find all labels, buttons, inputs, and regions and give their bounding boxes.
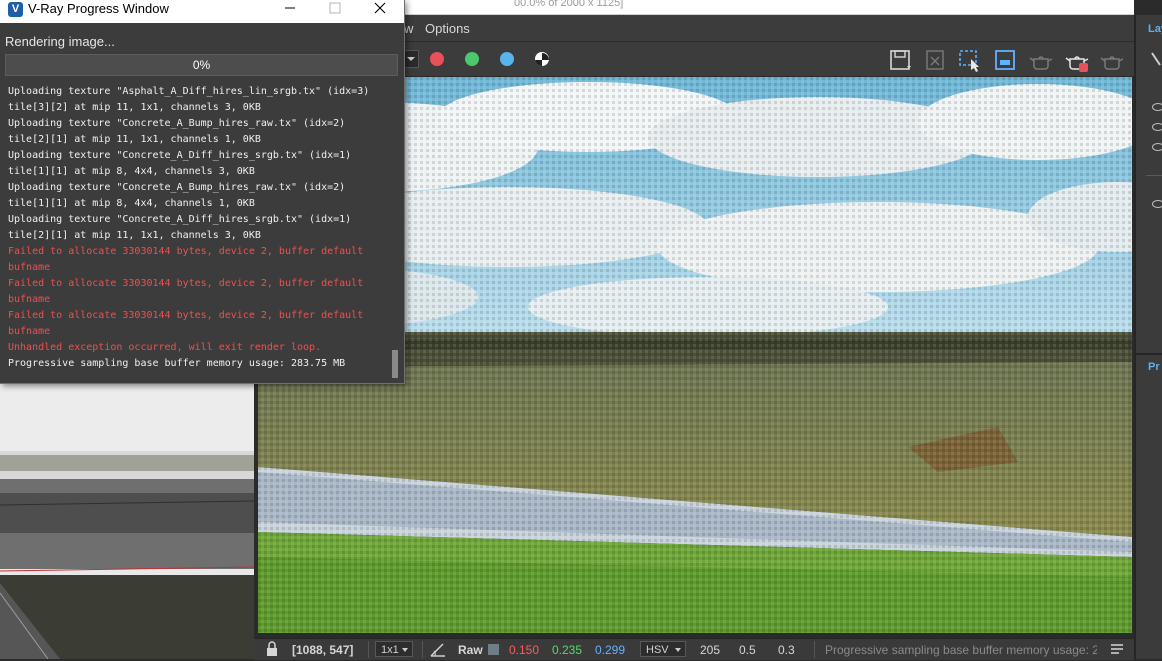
maximize-button[interactable]	[313, 0, 357, 16]
layers-side-panel: Lay Pr	[1134, 15, 1162, 659]
log-error-line: Failed to allocate 33030144 bytes, devic…	[8, 246, 364, 257]
properties-label: Pr	[1148, 361, 1160, 373]
green-channel-icon[interactable]	[465, 52, 479, 66]
log-scrollbar[interactable]	[391, 80, 399, 380]
status-message: Progressive sampling base buffer memory …	[825, 643, 1097, 657]
separator	[422, 641, 423, 658]
viewport-scene	[0, 383, 254, 659]
log-line: tile[1][1] at mip 8, 4x4, channels 1, 0K…	[8, 198, 255, 209]
render-log[interactable]: Uploading texture "Asphalt_A_Diff_hires_…	[5, 80, 390, 380]
log-error-line: Failed to allocate 33030144 bytes, devic…	[8, 278, 364, 289]
separator	[814, 641, 815, 658]
color-picker-icon[interactable]	[429, 640, 447, 661]
layer-add-icon[interactable]	[1148, 51, 1162, 67]
menu-view[interactable]: w	[404, 21, 413, 36]
log-line: Progressive sampling base buffer memory …	[8, 358, 346, 369]
log-error-line: Failed to allocate 33030144 bytes, devic…	[8, 310, 364, 321]
progress-window-titlebar[interactable]: V V-Ray Progress Window	[0, 0, 404, 23]
vfb-title-fragment: 00.0% of 2000 x 1125]	[514, 0, 624, 9]
blue-value: 0.299	[595, 643, 626, 657]
channel-dropdown[interactable]	[404, 50, 419, 68]
visibility-eye-icon[interactable]	[1152, 200, 1162, 208]
vray-progress-window: V V-Ray Progress Window Rendering image.…	[0, 0, 405, 384]
separator	[368, 641, 369, 658]
minimize-icon	[285, 7, 295, 9]
log-line: Uploading texture "Concrete_A_Diff_hires…	[8, 150, 352, 161]
panel-split	[1136, 353, 1162, 355]
vfb-menubar: w Options	[404, 15, 1134, 41]
log-line: tile[2][1] at mip 11, 1x1, channels 3, 0…	[8, 230, 261, 241]
lock-icon[interactable]	[264, 641, 280, 660]
log-scrollbar-thumb[interactable]	[392, 350, 398, 378]
vfb-toolbar	[404, 42, 1134, 77]
vray-app-icon: V	[8, 2, 23, 17]
log-line: Uploading texture "Asphalt_A_Diff_hires_…	[8, 86, 370, 97]
log-line: tile[1][1] at mip 8, 4x4, channels 3, 0K…	[8, 166, 255, 177]
hue-value: 205	[700, 643, 721, 657]
teapot-interactive-icon[interactable]	[1028, 47, 1054, 73]
red-value: 0.150	[509, 643, 540, 657]
menu-options[interactable]: Options	[425, 21, 470, 36]
layers-label: Lay	[1148, 23, 1162, 35]
green-value: 0.235	[552, 643, 583, 657]
log-error-line: bufname	[8, 326, 51, 337]
render-frame-icon[interactable]	[992, 47, 1018, 73]
vfb-status-bar: [1088, 547] 1x1 Raw 0.150 0.235 0.299 HS…	[254, 638, 1134, 660]
log-line: Uploading texture "Concrete_A_Bump_hires…	[8, 118, 346, 129]
color-mode-dropdown[interactable]: HSV	[640, 641, 686, 657]
clear-image-icon[interactable]	[922, 47, 948, 73]
visibility-eye-icon[interactable]	[1152, 143, 1162, 151]
pixel-coords: [1088, 547]	[292, 643, 354, 657]
visibility-eye-icon[interactable]	[1152, 103, 1162, 111]
color-swatch	[488, 644, 499, 655]
save-icon[interactable]	[888, 47, 914, 73]
visibility-eye-icon[interactable]	[1152, 123, 1162, 131]
zoom-value: 1x1	[381, 644, 399, 656]
log-error-line: bufname	[8, 262, 51, 273]
log-icon[interactable]	[1110, 642, 1124, 659]
log-line: tile[2][1] at mip 11, 1x1, channels 1, 0…	[8, 134, 261, 145]
value-value: 0.3	[778, 643, 795, 657]
window-title: V-Ray Progress Window	[28, 1, 169, 16]
blue-channel-icon[interactable]	[500, 52, 514, 66]
render-status-text: Rendering image...	[5, 34, 115, 49]
render-progress-bar: 0%	[5, 54, 398, 76]
teapot-render-icon[interactable]	[1099, 47, 1125, 73]
red-channel-icon[interactable]	[430, 52, 444, 66]
close-icon	[374, 2, 386, 14]
log-error-line: bufname	[8, 294, 51, 305]
max-viewport[interactable]	[0, 383, 254, 659]
progress-percent: 0%	[192, 58, 211, 72]
log-line: Uploading texture "Concrete_A_Diff_hires…	[8, 214, 352, 225]
region-select-icon[interactable]	[957, 47, 983, 73]
log-line: tile[3][2] at mip 11, 1x1, channels 3, 0…	[8, 102, 261, 113]
panel-divider	[1146, 175, 1162, 176]
raw-label: Raw	[458, 643, 483, 657]
teapot-stop-icon[interactable]	[1064, 47, 1090, 73]
minimize-button[interactable]	[268, 0, 312, 16]
saturation-value: 0.5	[739, 643, 756, 657]
maximize-icon	[329, 2, 341, 14]
log-error-line: Unhandled exception occurred, will exit …	[8, 342, 322, 353]
zoom-dropdown[interactable]: 1x1	[375, 641, 413, 657]
close-button[interactable]	[358, 0, 402, 16]
color-mode-value: HSV	[646, 644, 669, 656]
monochrome-icon[interactable]	[535, 52, 549, 66]
log-line: Uploading texture "Concrete_A_Bump_hires…	[8, 182, 346, 193]
vfb-title-strip: 00.0% of 2000 x 1125]	[404, 0, 1134, 15]
